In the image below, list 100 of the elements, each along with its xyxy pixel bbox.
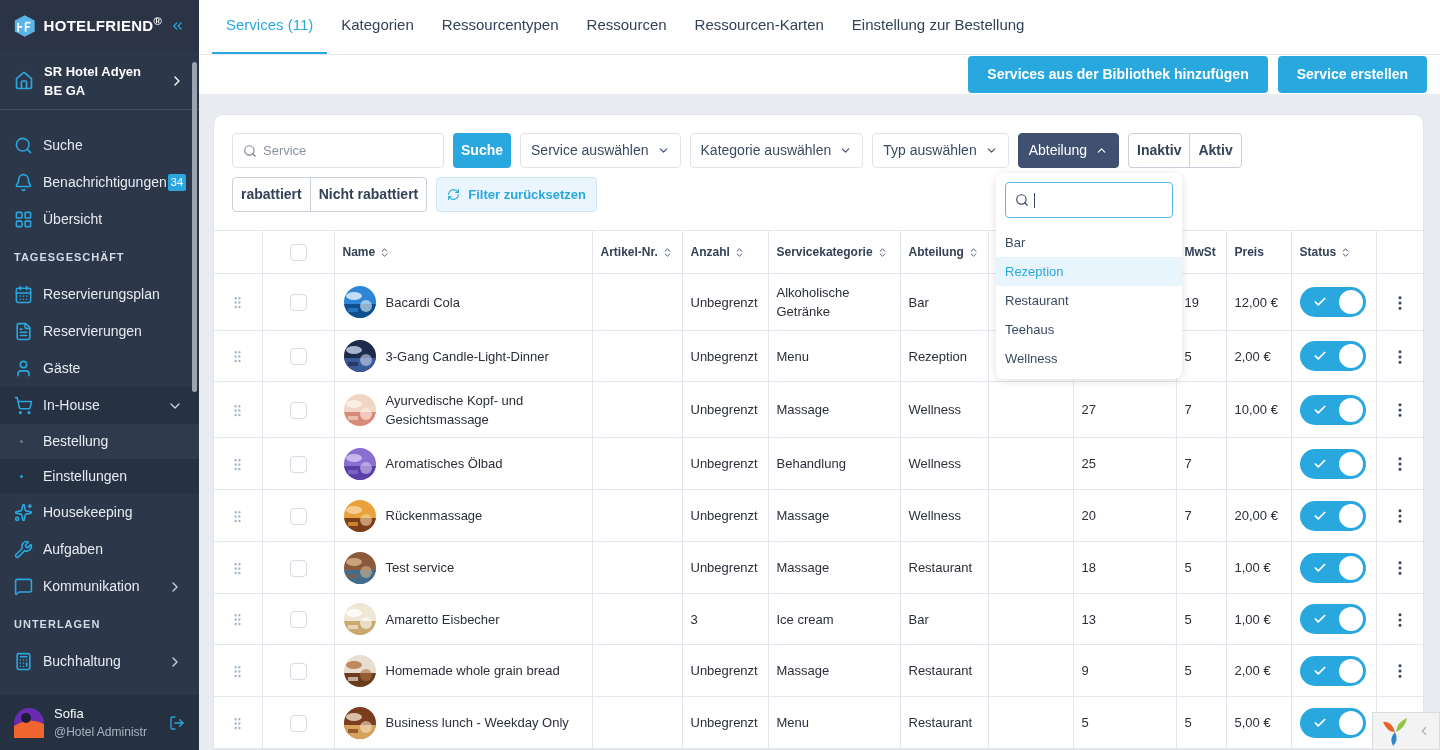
dropdown-option[interactable]: Teehaus bbox=[996, 315, 1182, 344]
column-header[interactable]: Artikel-Nr. bbox=[600, 243, 673, 261]
dropdown-option[interactable]: Restaurant bbox=[996, 286, 1182, 315]
row-checkbox[interactable] bbox=[289, 714, 307, 732]
table-cell: Unbegrenzt bbox=[690, 508, 758, 523]
row-checkbox[interactable] bbox=[289, 611, 307, 629]
sidebar-item[interactable]: Housekeeping bbox=[0, 494, 199, 531]
check-icon bbox=[1312, 612, 1327, 626]
notification-badge: 34 bbox=[167, 174, 186, 191]
tab[interactable]: Ressourcentypen bbox=[427, 0, 573, 54]
table-cell: 5 bbox=[1081, 715, 1089, 730]
search-icon bbox=[1015, 193, 1029, 207]
table-cell: 20,00 € bbox=[1234, 508, 1278, 523]
row-checkbox[interactable] bbox=[289, 294, 307, 312]
table-cell: Wellness bbox=[908, 508, 961, 523]
status-switch[interactable] bbox=[1299, 604, 1366, 634]
logout-icon[interactable] bbox=[169, 714, 185, 731]
service-name: Ayurvedische Kopf- und Gesichtsmassage bbox=[385, 391, 525, 429]
status-switch[interactable] bbox=[1299, 707, 1366, 738]
tab[interactable]: Ressourcen bbox=[572, 0, 681, 54]
sidebar-item[interactable]: Reservierungsplan bbox=[0, 276, 199, 313]
column-header: Preis bbox=[1234, 244, 1264, 261]
sidebar-item[interactable]: Gäste bbox=[0, 350, 199, 387]
table-cell: Rezeption bbox=[908, 348, 968, 364]
sidebar-item[interactable]: Benachrichtigungen 34 bbox=[0, 164, 199, 201]
sidebar-item[interactable]: Reservierungen bbox=[0, 313, 199, 350]
status-switch[interactable] bbox=[1299, 552, 1366, 583]
table-cell: 5 bbox=[1184, 560, 1192, 575]
segment-button[interactable]: rabattiert bbox=[233, 178, 310, 211]
table-cell: 5 bbox=[1184, 663, 1192, 678]
segment-button[interactable]: Inaktiv bbox=[1129, 134, 1190, 167]
column-header[interactable]: Servicekategorie bbox=[776, 243, 888, 261]
column-header[interactable]: Abteilung bbox=[908, 243, 979, 261]
segment-button[interactable]: Aktiv bbox=[1189, 134, 1241, 167]
column-header[interactable]: Name bbox=[342, 243, 391, 261]
sidebar-item[interactable]: Suche bbox=[0, 127, 199, 164]
status-switch[interactable] bbox=[1299, 500, 1366, 531]
service-name: Rückenmassage bbox=[385, 507, 483, 525]
table-cell: 5 bbox=[1184, 348, 1192, 364]
sidebar-item[interactable]: Übersicht bbox=[0, 201, 199, 238]
user-role: @Hotel Administr bbox=[54, 724, 147, 742]
sidebar-item[interactable]: In-House bbox=[0, 387, 199, 424]
status-switch[interactable] bbox=[1299, 394, 1366, 425]
filter-dropdown[interactable]: Typ auswählen bbox=[872, 133, 1009, 168]
status-switch[interactable] bbox=[1299, 655, 1366, 686]
column-header[interactable]: Status bbox=[1299, 243, 1352, 261]
table-cell: 9 bbox=[1081, 663, 1089, 678]
tab[interactable]: Ressourcen-Karten bbox=[680, 0, 838, 54]
column-header[interactable]: Anzahl bbox=[690, 243, 745, 261]
status-switch[interactable] bbox=[1299, 287, 1366, 317]
submenu-item[interactable]: Einstellungen bbox=[0, 459, 199, 494]
table-cell: 5 bbox=[1184, 611, 1192, 627]
section-heading: UNTERLAGEN bbox=[13, 616, 102, 632]
table-cell: 13 bbox=[1081, 611, 1096, 627]
table-cell: Bar bbox=[908, 294, 929, 310]
sidebar-label: Housekeeping bbox=[43, 503, 133, 522]
filter-dropdown[interactable]: Service auswählen bbox=[520, 133, 681, 168]
tab[interactable]: Einstellung zur Bestellung bbox=[837, 0, 1039, 54]
table-cell: Unbegrenzt bbox=[690, 715, 758, 730]
dropdown-option[interactable]: Bar bbox=[996, 228, 1182, 257]
filter-dropdown[interactable]: Abteilung bbox=[1017, 133, 1120, 168]
sidebar-item[interactable]: Buchhaltung bbox=[0, 643, 199, 680]
sidebar-label: In-House bbox=[43, 396, 100, 415]
table-cell: 3 bbox=[690, 611, 698, 627]
dropdown-option[interactable]: Wellness bbox=[996, 344, 1182, 373]
select-all-checkbox[interactable] bbox=[289, 244, 307, 262]
sidebar-item[interactable]: Kommunikation bbox=[0, 568, 199, 605]
table-cell: 12,00 € bbox=[1234, 294, 1278, 310]
table-cell: Restaurant bbox=[908, 663, 973, 678]
table-cell: Restaurant bbox=[908, 560, 973, 575]
dropdown-search-field[interactable] bbox=[1005, 182, 1173, 218]
table-cell: Unbegrenzt bbox=[690, 294, 758, 310]
sparkles-icon bbox=[14, 503, 33, 522]
row-checkbox[interactable] bbox=[289, 559, 307, 577]
service-name: Business lunch - Weekday Only bbox=[385, 714, 569, 732]
table-cell: 1,00 € bbox=[1234, 611, 1271, 627]
status-switch[interactable] bbox=[1299, 341, 1366, 371]
check-icon bbox=[1312, 295, 1327, 309]
table-cell: Behandlung bbox=[776, 456, 846, 471]
status-switch[interactable] bbox=[1299, 448, 1366, 479]
row-checkbox[interactable] bbox=[289, 401, 307, 419]
search-input[interactable]: Service bbox=[263, 140, 423, 161]
row-checkbox[interactable] bbox=[289, 455, 307, 473]
search-field[interactable]: Service bbox=[232, 133, 444, 168]
service-name: Aromatisches Ölbad bbox=[385, 455, 503, 473]
service-name: Amaretto Eisbecher bbox=[385, 610, 500, 629]
filter-dropdown[interactable]: Kategorie auswählen bbox=[689, 133, 864, 168]
bell-icon bbox=[14, 173, 33, 192]
table-cell: Menu bbox=[776, 715, 810, 730]
sidebar-label: Suche bbox=[43, 136, 83, 155]
table-cell: Massage bbox=[776, 663, 830, 678]
row-checkbox[interactable] bbox=[289, 507, 307, 525]
row-checkbox[interactable] bbox=[289, 662, 307, 680]
tab[interactable]: Kategorien bbox=[327, 0, 428, 54]
segment-button[interactable]: Nicht rabattiert bbox=[309, 178, 427, 211]
section-heading: TAGESGESCHÄFT bbox=[13, 249, 126, 265]
table-cell: Unbegrenzt bbox=[690, 663, 758, 678]
table-cell: Unbegrenzt bbox=[690, 348, 758, 364]
sidebar-item[interactable]: Aufgaben bbox=[0, 531, 199, 568]
row-checkbox[interactable] bbox=[289, 348, 307, 366]
